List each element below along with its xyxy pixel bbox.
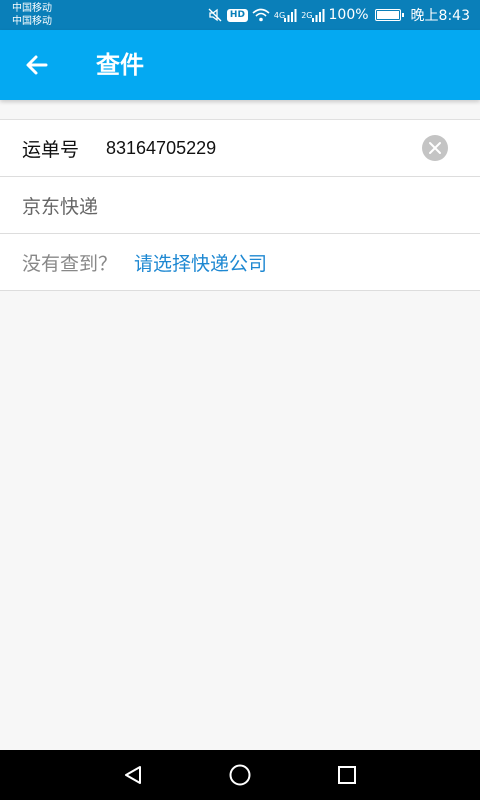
system-nav-bar <box>0 750 480 800</box>
nav-recents-button[interactable] <box>332 760 362 790</box>
back-button[interactable] <box>14 42 60 88</box>
courier-company-name: 京东快递 <box>22 195 99 218</box>
signal-icon: 2G <box>301 8 325 22</box>
clock: 晚上8:43 <box>410 8 470 24</box>
status-icons: HD 4G 2G 100% 晚上8:43 <box>207 5 470 25</box>
status-bar: 中国移动 中国移动 HD 4G 2G 100% 晚上8:43 <box>0 0 480 30</box>
back-triangle-icon <box>125 766 141 784</box>
carrier-label-2: 中国移动 <box>12 16 52 27</box>
recents-square-icon <box>338 766 356 784</box>
hd-icon: HD <box>226 8 248 22</box>
wifi-icon <box>252 8 270 22</box>
tracking-number-row[interactable]: 运单号 83164705229 <box>0 120 480 177</box>
clear-button[interactable] <box>422 135 448 161</box>
nav-back-button[interactable] <box>118 760 148 790</box>
select-company-link[interactable]: 请选择快递公司 <box>134 249 267 276</box>
nav-home-button[interactable] <box>225 760 255 790</box>
clear-circle-icon <box>429 142 441 154</box>
tracking-number-label: 运单号 <box>22 138 80 161</box>
mute-icon <box>207 7 223 23</box>
courier-company-row[interactable]: 京东快递 <box>0 177 480 234</box>
battery-percent: 100% <box>328 7 369 23</box>
carrier-label-1: 中国移动 <box>12 3 52 14</box>
tracking-number-input[interactable]: 83164705229 <box>106 138 216 159</box>
page-title: 查件 <box>96 51 144 79</box>
home-circle-icon <box>229 764 251 786</box>
not-found-row: 没有查到？ 请选择快递公司 <box>0 234 480 291</box>
tracking-form: 运单号 83164705229 京东快递 没有查到？ 请选择快递公司 <box>0 119 480 291</box>
arrow-left-icon <box>26 55 48 75</box>
battery-icon <box>374 9 404 21</box>
app-bar: 查件 <box>0 30 480 100</box>
not-found-hint: 没有查到？ <box>22 252 118 275</box>
signal-icon: 4G <box>274 8 297 22</box>
